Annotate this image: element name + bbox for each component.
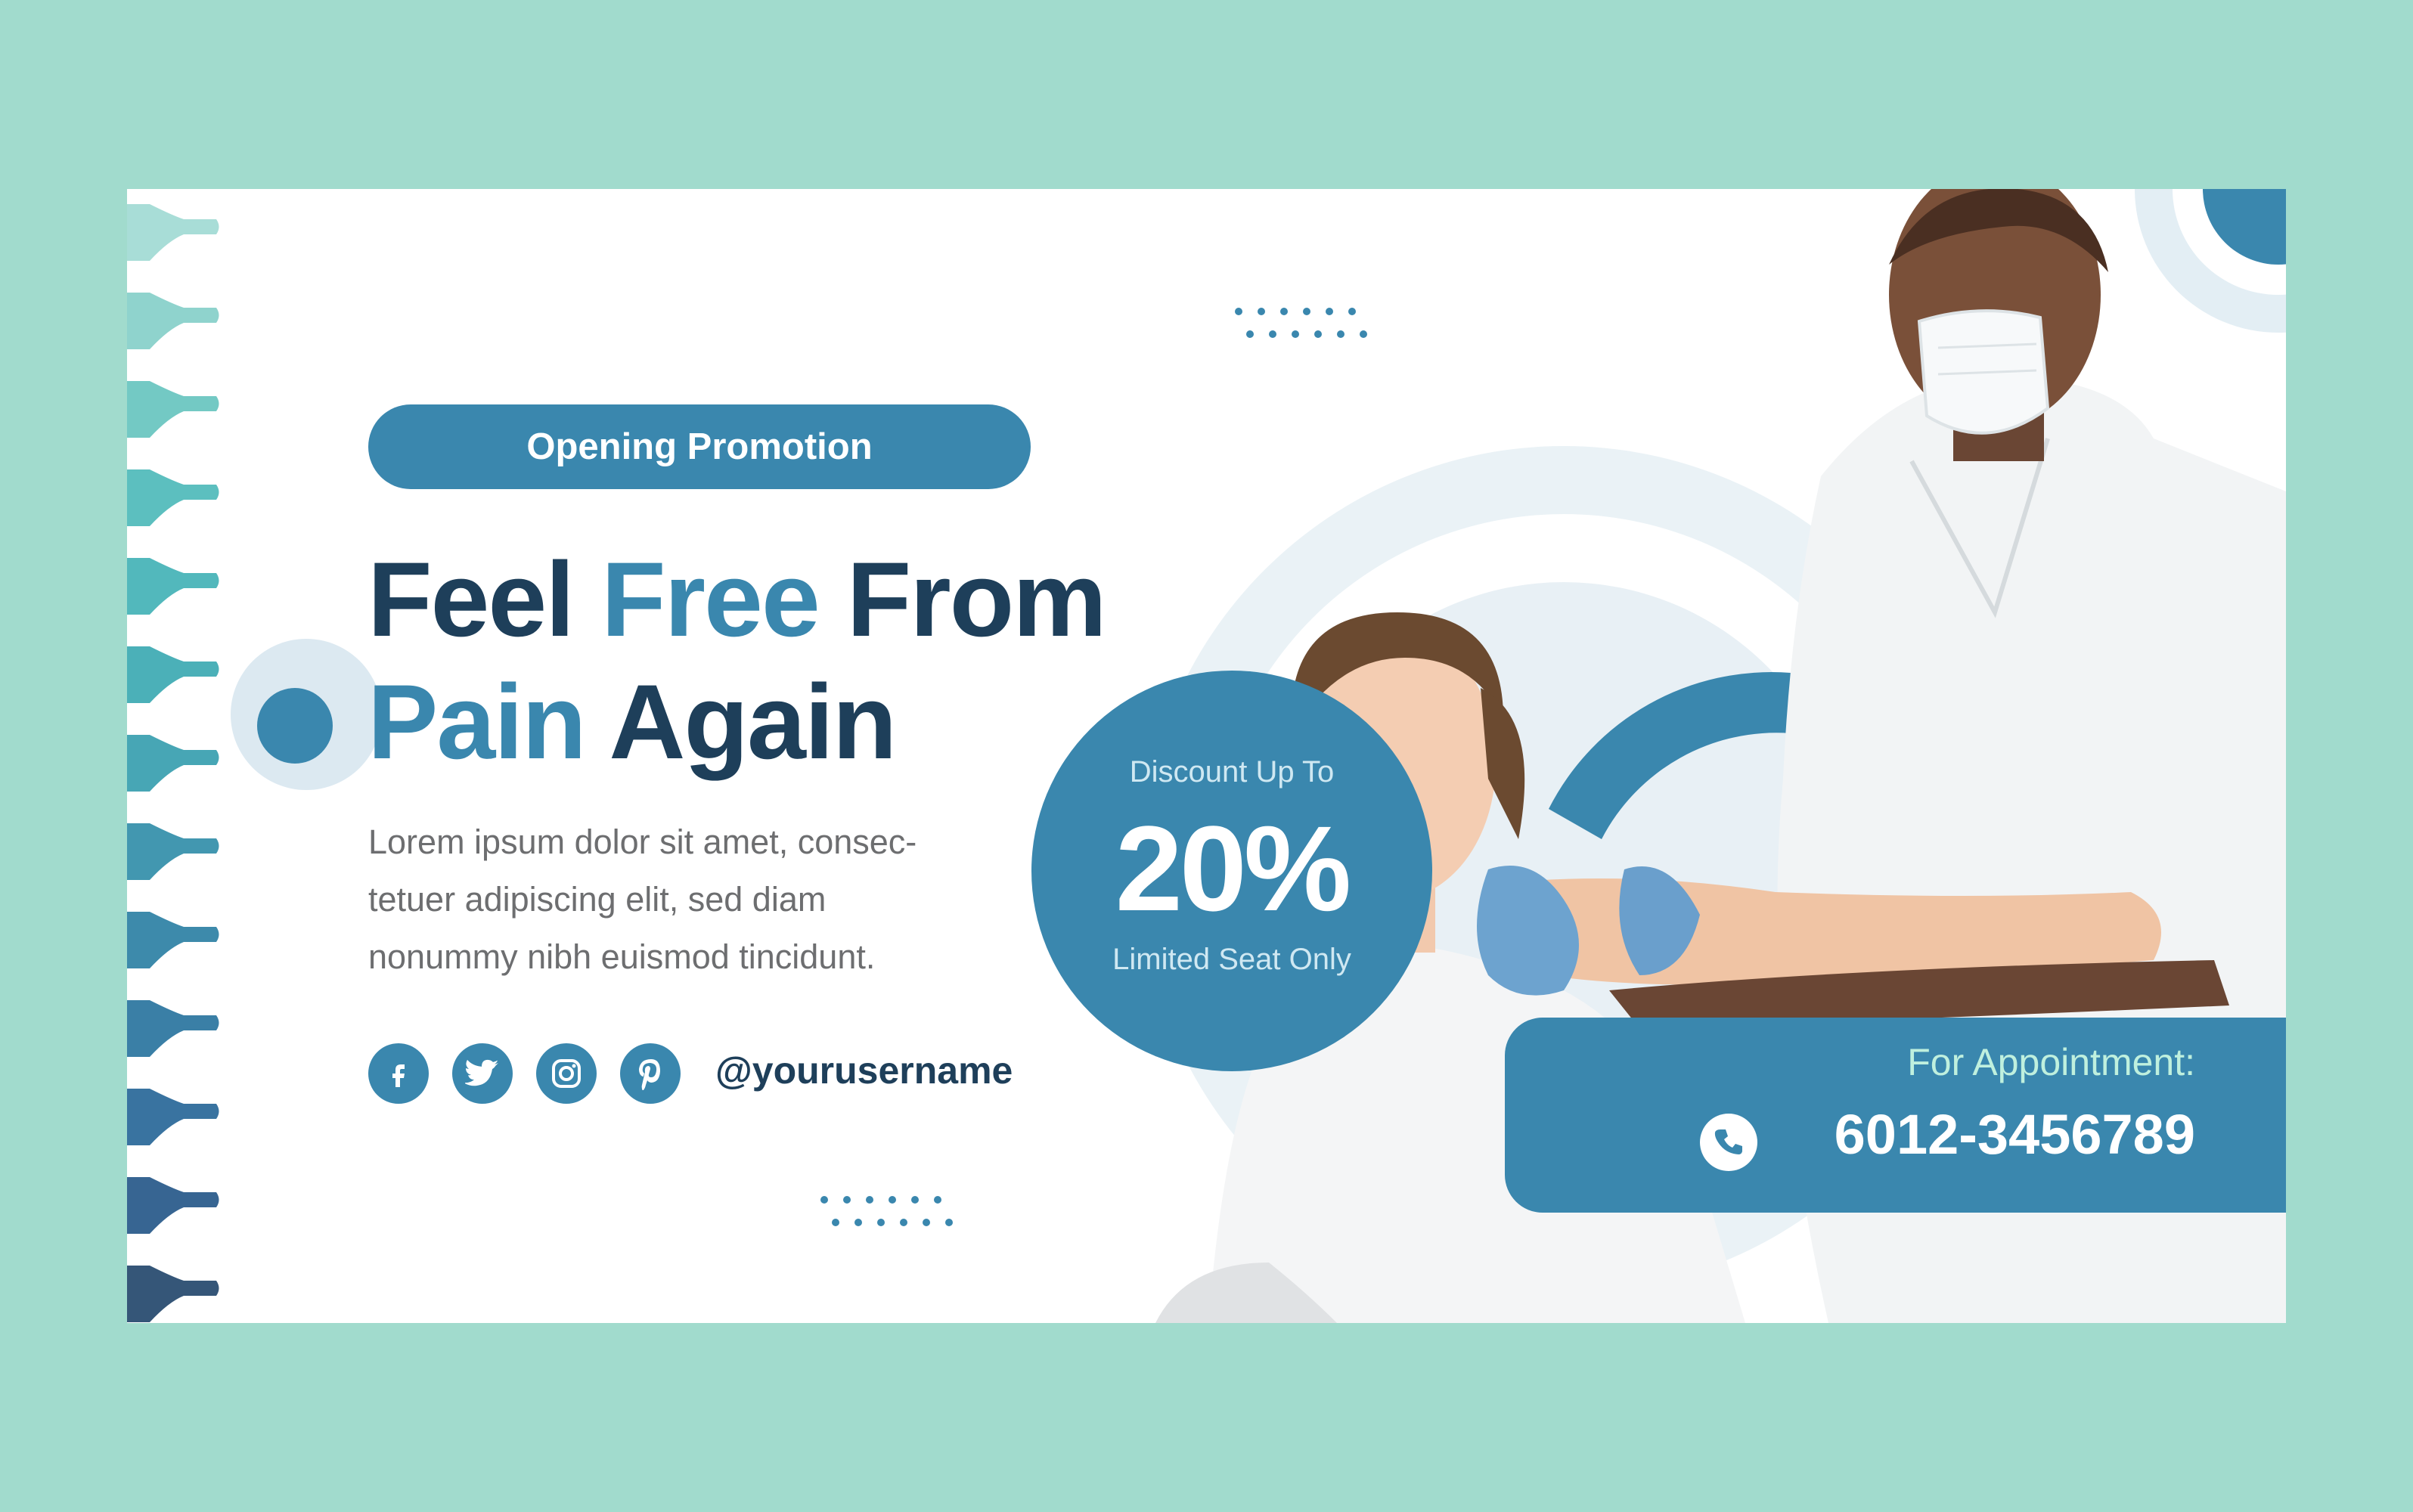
- dot-pattern-bottom: [820, 1196, 953, 1226]
- headline-highlight: Free: [601, 540, 820, 658]
- spine-vertebra: [127, 469, 219, 526]
- spine-vertebra: [127, 646, 219, 703]
- discount-value: 20%: [1115, 801, 1351, 936]
- spine-vertebra: [127, 293, 219, 349]
- spine-vertebra: [127, 558, 219, 615]
- headline-word: Again: [585, 662, 897, 781]
- decor-dot: [934, 1196, 941, 1204]
- decor-dot: [820, 1196, 828, 1204]
- decor-dot: [889, 1196, 896, 1204]
- headline-line-1: Feel Free From: [368, 538, 1199, 661]
- decor-dot: [945, 1219, 953, 1226]
- decor-dot: [900, 1219, 907, 1226]
- social-links: [368, 1043, 704, 1104]
- promo-banner: Opening Promotion Feel Free From Pain Ag…: [127, 189, 2286, 1323]
- twitter-icon[interactable]: [452, 1043, 513, 1104]
- spine-vertebra: [127, 1177, 219, 1234]
- decor-dot: [843, 1196, 851, 1204]
- body-line: Lorem ipsum dolor sit amet, consec-: [368, 823, 917, 861]
- spine-vertebra: [127, 204, 219, 261]
- pinterest-icon[interactable]: [620, 1043, 681, 1104]
- decor-dot: [866, 1196, 873, 1204]
- decor-dot: [911, 1196, 919, 1204]
- social-handle[interactable]: @yourusername: [715, 1049, 1013, 1092]
- spine-vertebra: [127, 381, 219, 438]
- discount-badge: Discount Up To 20% Limited Seat Only: [1031, 671, 1432, 1071]
- spine-vertebra: [127, 912, 219, 968]
- phone-icon: [1700, 1114, 1757, 1171]
- discount-label: Discount Up To: [1129, 755, 1335, 789]
- body-line: tetuer adipiscing elit, sed diam: [368, 880, 827, 919]
- promotion-badge: Opening Promotion: [368, 404, 1031, 489]
- discount-note: Limited Seat Only: [1112, 943, 1351, 976]
- decor-dot: [854, 1219, 862, 1226]
- headline-word: Feel: [368, 540, 602, 658]
- body-copy: Lorem ipsum dolor sit amet, consec- tetu…: [368, 813, 1034, 986]
- appointment-label: For Appointment:: [1907, 1041, 2195, 1083]
- instagram-icon[interactable]: [536, 1043, 597, 1104]
- spine-vertebra: [127, 823, 219, 880]
- spine-vertebra: [127, 1000, 219, 1057]
- headline-highlight: Pain: [368, 662, 587, 781]
- decor-dot: [832, 1219, 839, 1226]
- decor-dot: [877, 1219, 885, 1226]
- spine-decoration: [127, 204, 219, 1322]
- body-line: nonummy nibh euismod tincidunt.: [368, 937, 876, 976]
- spine-vertebra: [127, 1089, 219, 1145]
- decor-dot: [923, 1219, 930, 1226]
- facebook-icon[interactable]: [368, 1043, 429, 1104]
- appointment-panel: For Appointment: 6012-3456789: [1505, 1018, 2286, 1213]
- bullet-dot-decoration: [257, 688, 333, 764]
- appointment-phone[interactable]: 6012-3456789: [1835, 1102, 2195, 1167]
- headline-word: From: [818, 540, 1107, 658]
- spine-vertebra: [127, 1266, 219, 1322]
- spine-vertebra: [127, 735, 219, 792]
